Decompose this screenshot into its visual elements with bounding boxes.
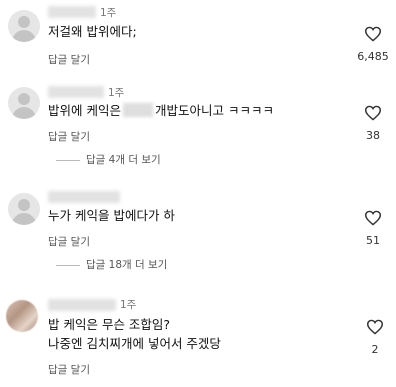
like-count: 51	[366, 234, 380, 247]
comment-text-part: 밥위에 케익은	[48, 103, 121, 118]
comment-text: 밥 케익은 무슨 조합임?	[48, 317, 171, 332]
view-more-replies[interactable]: 답글 18개 더 보기	[56, 257, 167, 272]
comment: 누가 케익을 밥에다가 하 답글 달기 51 답글 18개 더 보기	[0, 185, 396, 277]
username-redacted	[48, 191, 120, 203]
view-more-replies-label: 답글 4개 더 보기	[86, 154, 161, 166]
heart-outline-icon[interactable]	[366, 319, 384, 335]
heart-outline-icon[interactable]	[364, 26, 382, 42]
username-redacted	[48, 299, 116, 311]
comment-text-part: 개밥도아니고 ㅋㅋㅋㅋ	[154, 103, 274, 118]
username-redacted	[48, 86, 104, 98]
view-more-replies[interactable]: 답글 4개 더 보기	[56, 152, 161, 167]
avatar[interactable]	[8, 87, 40, 119]
comment-text: 저걸왜 밥위에다;	[48, 24, 137, 39]
comment-time: 1주	[100, 7, 117, 19]
view-more-replies-label: 답글 18개 더 보기	[86, 259, 168, 271]
reply-button[interactable]: 답글 달기	[48, 362, 90, 377]
reply-button[interactable]: 답글 달기	[48, 52, 90, 67]
comment-time: 1주	[108, 87, 125, 99]
like-count: 38	[366, 129, 380, 142]
heart-outline-icon[interactable]	[364, 105, 382, 121]
username-redacted	[48, 6, 96, 18]
like-count: 2	[371, 343, 379, 356]
like-count: 6,485	[357, 50, 389, 63]
avatar[interactable]	[8, 193, 40, 225]
comment: 1주 밥위에 케익은 개밥도아니고 ㅋㅋㅋㅋ 답글 달기 38 답글 4개 더 보…	[0, 80, 396, 170]
redacted-word	[122, 103, 153, 117]
comment-text: 누가 케익을 밥에다가 하	[48, 208, 175, 223]
avatar-photo[interactable]	[6, 300, 38, 332]
comment: 1주 저걸왜 밥위에다; 답글 달기 6,485	[0, 0, 396, 75]
avatar[interactable]	[8, 10, 40, 42]
comment-time: 1주	[120, 299, 137, 311]
comment-text: 나중엔 김치찌개에 넣어서 주겠당	[48, 336, 221, 351]
heart-outline-icon[interactable]	[364, 210, 382, 226]
reply-button[interactable]: 답글 달기	[48, 129, 90, 144]
reply-button[interactable]: 답글 달기	[48, 234, 90, 249]
comment-text: 밥위에 케익은 개밥도아니고 ㅋㅋㅋㅋ	[48, 102, 274, 119]
comment: 1주 밥 케익은 무슨 조합임? 나중엔 김치찌개에 넣어서 주겠당 답글 달기…	[0, 292, 396, 387]
